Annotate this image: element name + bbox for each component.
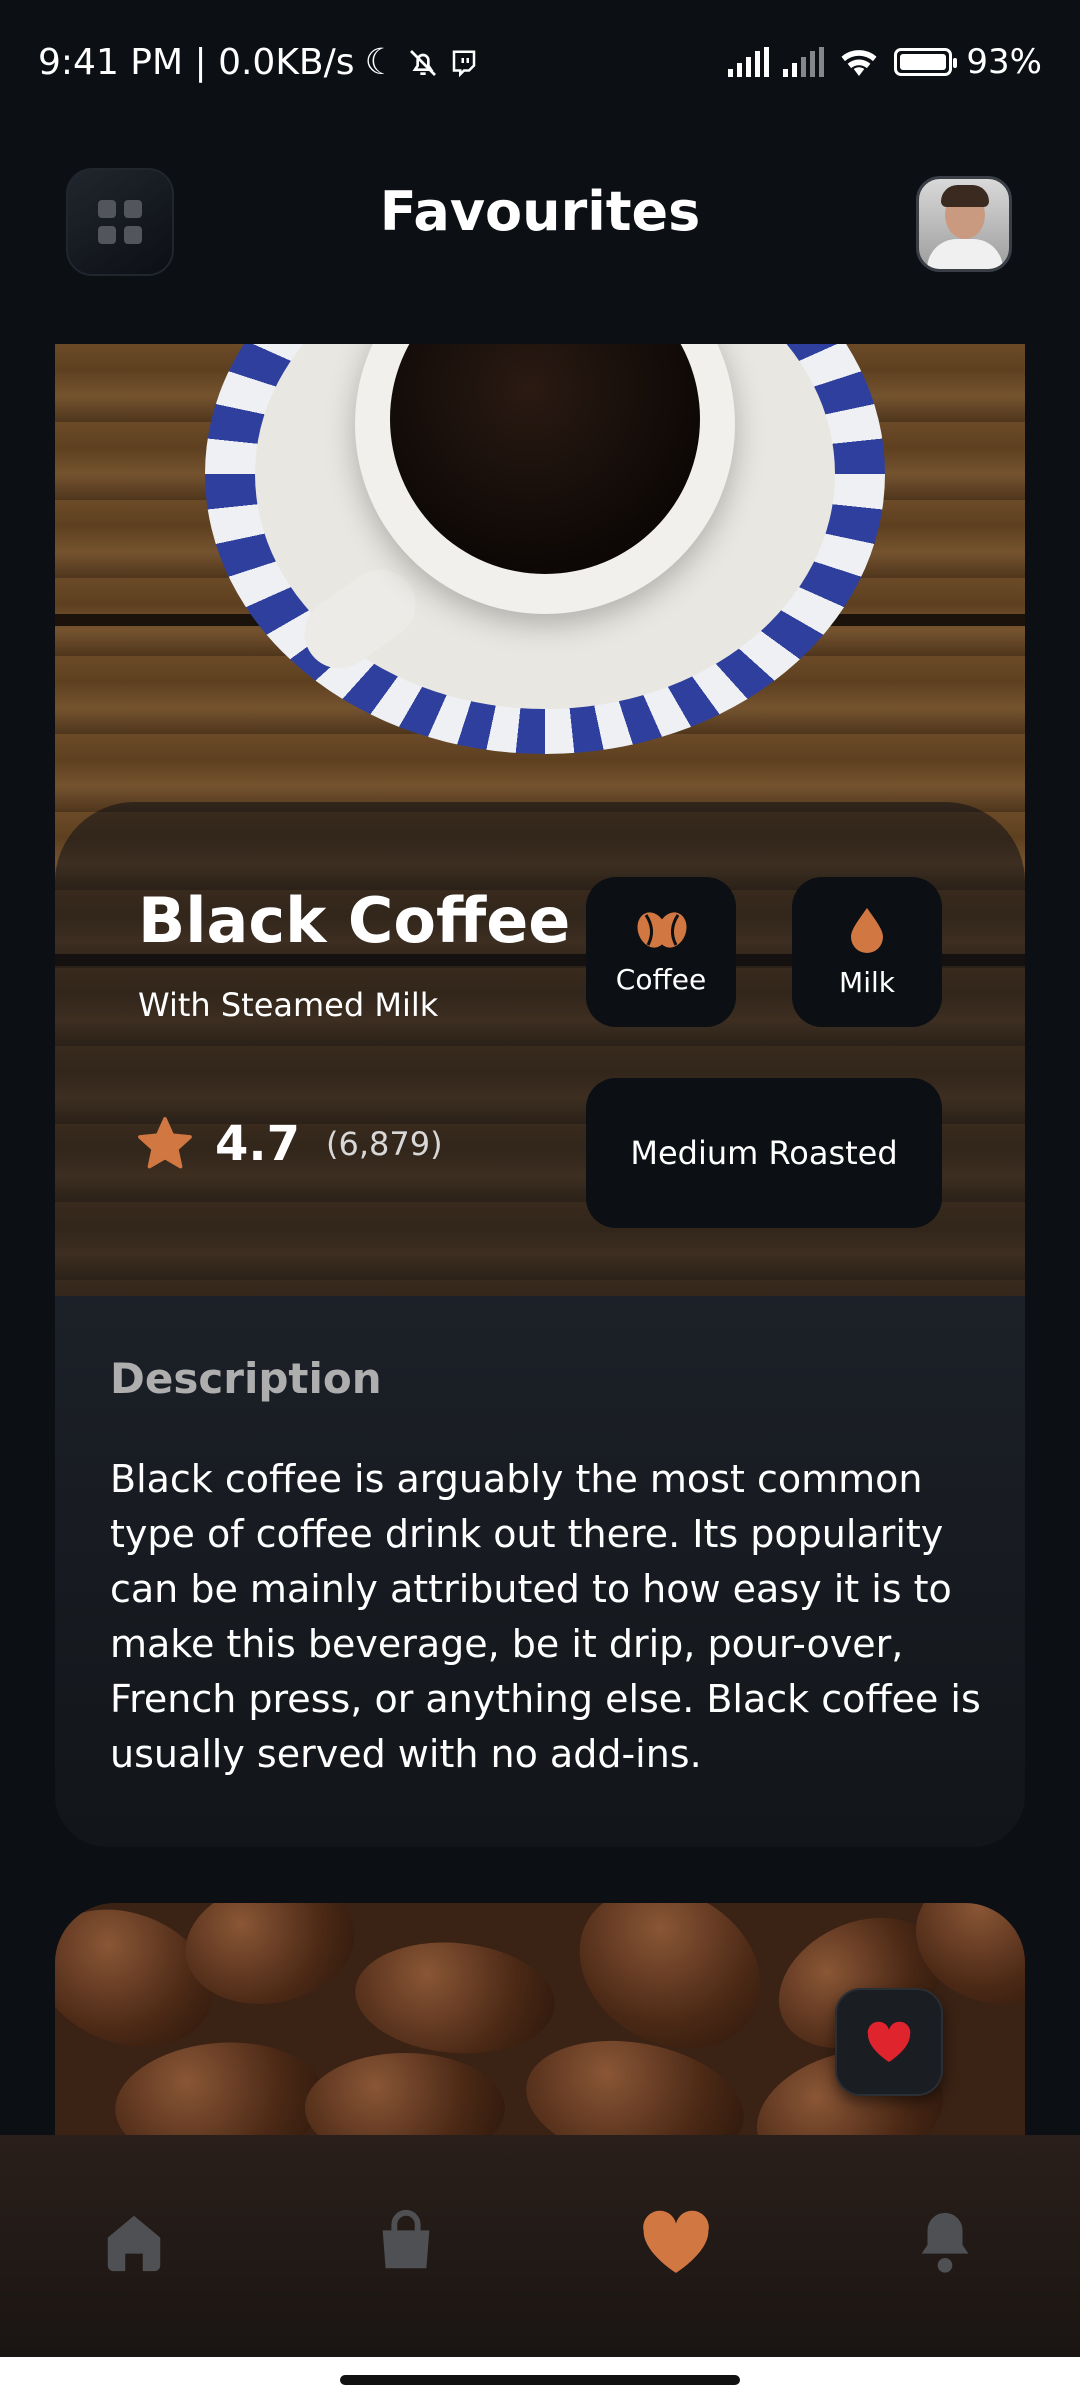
- twitch-icon: [452, 50, 476, 77]
- nav-home[interactable]: [99, 2207, 169, 2277]
- product-name: Black Coffee: [138, 884, 571, 957]
- rating-count: (6,879): [326, 1125, 443, 1163]
- home-icon: [107, 2215, 161, 2272]
- moon-icon: ☾: [364, 42, 397, 83]
- rating-score: 4.7: [215, 1116, 301, 1172]
- bottom-nav: [0, 2135, 1080, 2357]
- tag-coffee-label: Coffee: [615, 962, 707, 996]
- nav-notifications[interactable]: [910, 2207, 980, 2277]
- home-gesture-bar[interactable]: [340, 2375, 740, 2385]
- heart-icon: [867, 2021, 911, 2062]
- tag-milk-label: Milk: [839, 965, 895, 999]
- nav-cart[interactable]: [371, 2207, 441, 2277]
- description-title: Description: [110, 1354, 382, 1403]
- coffee-beans-card[interactable]: [55, 1903, 1025, 2135]
- avatar[interactable]: [916, 176, 1012, 272]
- signal-icon: [728, 47, 770, 77]
- tag-milk: Milk: [792, 877, 942, 1027]
- battery-level: 93%: [966, 42, 1042, 82]
- coffee-bean-icon: [637, 911, 687, 948]
- tag-roast: Medium Roasted: [586, 1078, 942, 1228]
- coffee-detail-card: Black Coffee With Steamed Milk 4.7 (6,87…: [55, 344, 1025, 1847]
- nav-favourites[interactable]: [639, 2207, 709, 2277]
- tag-coffee: Coffee: [586, 877, 736, 1027]
- star-icon: [138, 1117, 192, 1169]
- status-bar: 9:41 PM | 0.0KB/s ☾ 93%: [0, 0, 1080, 130]
- home-indicator: [0, 2357, 1080, 2400]
- bag-icon: [382, 2210, 430, 2269]
- product-subtitle: With Steamed Milk: [138, 986, 439, 1024]
- status-time: 9:41 PM | 0.0KB/s: [38, 42, 355, 83]
- bell-icon: [921, 2212, 969, 2273]
- signal-icon-2: [783, 47, 825, 77]
- coffee-image: Black Coffee With Steamed Milk 4.7 (6,87…: [55, 344, 1025, 1296]
- heart-icon: [643, 2210, 709, 2273]
- favorite-button[interactable]: [835, 1988, 943, 2096]
- bell-off-icon: [409, 49, 436, 76]
- wifi-icon: [841, 50, 877, 76]
- milk-drop-icon: [851, 907, 883, 953]
- battery-icon: [894, 48, 958, 76]
- rating: 4.7 (6,879): [135, 1114, 443, 1174]
- description-text: Black coffee is arguably the most common…: [110, 1457, 981, 1776]
